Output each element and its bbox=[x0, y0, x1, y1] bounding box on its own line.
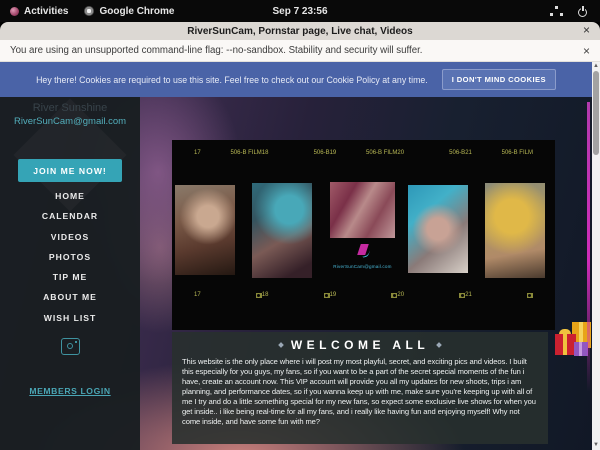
gift-boxes-graphic bbox=[552, 322, 592, 367]
clip-number: 19 bbox=[330, 292, 337, 298]
infobar-close-icon[interactable]: × bbox=[583, 44, 590, 58]
camera-icon bbox=[256, 293, 262, 298]
brand-logo-icon bbox=[355, 244, 371, 258]
scroll-down-icon[interactable]: ▼ bbox=[592, 441, 600, 450]
carousel-bottom-labels: 17 18 19 20 21 bbox=[172, 292, 555, 298]
screen: Activities Google Chrome Sep 7 23:56 Riv… bbox=[0, 0, 600, 450]
flag-warning-infobar: You are using an unsupported command-lin… bbox=[0, 40, 600, 62]
scrollbar-thumb[interactable] bbox=[593, 71, 599, 155]
clip-number: 18 bbox=[262, 150, 269, 156]
clip-number: 20 bbox=[397, 150, 404, 156]
brand-logo-text: RiverSunCam@gmail.com bbox=[330, 264, 395, 269]
window-titlebar: RiverSunCam, Pornstar page, Live chat, V… bbox=[0, 22, 600, 40]
sidebar-item-home[interactable]: HOME bbox=[0, 186, 140, 206]
window-close-icon[interactable]: × bbox=[583, 23, 590, 37]
clip-number: 17 bbox=[194, 150, 201, 156]
clip-number: 20 bbox=[397, 292, 404, 298]
infobar-message: You are using an unsupported command-lin… bbox=[10, 45, 423, 56]
carousel-watermark-logo: RiverSunCam@gmail.com bbox=[330, 244, 395, 269]
video-thumbnail[interactable] bbox=[485, 183, 545, 278]
clock[interactable]: Sep 7 23:56 bbox=[0, 6, 600, 17]
sidebar-item-tip-me[interactable]: TIP ME bbox=[0, 267, 140, 287]
sidebar: River Sunshine RiverSunCam@gmail.com JOI… bbox=[0, 97, 140, 450]
video-carousel: 17506-B FILM 18506-B 19506-B FILM 20506-… bbox=[172, 140, 555, 330]
video-thumbnail[interactable] bbox=[175, 185, 235, 275]
page-edge-accent-line bbox=[587, 102, 590, 392]
clip-number: 21 bbox=[465, 150, 472, 156]
site-name: River Sunshine bbox=[0, 102, 140, 114]
camera-social-icon[interactable] bbox=[61, 338, 80, 355]
sidebar-item-wish-list[interactable]: WISH LIST bbox=[0, 308, 140, 328]
clip-label: 506-B bbox=[314, 150, 330, 156]
welcome-paragraph: This website is the only place where i w… bbox=[182, 357, 538, 427]
camera-icon bbox=[391, 293, 397, 298]
page-background: River Sunshine RiverSunCam@gmail.com JOI… bbox=[0, 97, 592, 450]
camera-icon bbox=[459, 293, 465, 298]
network-icon[interactable] bbox=[550, 6, 563, 16]
power-icon[interactable] bbox=[577, 6, 588, 17]
video-thumbnail[interactable] bbox=[252, 183, 312, 278]
sidebar-item-calendar[interactable]: CALENDAR bbox=[0, 206, 140, 226]
clip-number: 17 bbox=[194, 292, 201, 298]
clip-number: 19 bbox=[330, 150, 337, 156]
sidebar-nav: HOME CALENDAR VIDEOS PHOTOS TIP ME ABOUT… bbox=[0, 186, 140, 328]
camera-icon bbox=[324, 293, 330, 298]
sidebar-item-photos[interactable]: PHOTOS bbox=[0, 247, 140, 267]
welcome-panel: WELCOME ALL This website is the only pla… bbox=[172, 332, 548, 444]
contact-email-link[interactable]: RiverSunCam@gmail.com bbox=[0, 116, 140, 127]
system-top-bar: Activities Google Chrome Sep 7 23:56 bbox=[0, 0, 600, 22]
video-thumbnail[interactable] bbox=[408, 185, 468, 273]
gift-red-icon bbox=[555, 334, 576, 355]
sidebar-item-about-me[interactable]: ABOUT ME bbox=[0, 287, 140, 307]
cookie-notice-bar: Hey there! Cookies are required to use t… bbox=[0, 62, 592, 97]
diamond-bullet-icon bbox=[436, 342, 442, 348]
gift-purple-icon bbox=[574, 342, 588, 356]
scrollbar[interactable]: ▲ ▼ bbox=[592, 62, 600, 450]
clip-label: 506-B FILM bbox=[502, 150, 533, 156]
clip-number: 21 bbox=[465, 292, 472, 298]
scroll-up-icon[interactable]: ▲ bbox=[592, 62, 600, 71]
clip-number: 18 bbox=[262, 292, 269, 298]
carousel-top-labels: 17506-B FILM 18506-B 19506-B FILM 20506-… bbox=[172, 150, 555, 156]
page-title: RiverSunCam, Pornstar page, Live chat, V… bbox=[187, 26, 412, 37]
clip-label: 506-B bbox=[449, 150, 465, 156]
cookie-accept-button[interactable]: I DON'T MIND COOKIES bbox=[442, 69, 556, 90]
camera-icon bbox=[527, 293, 533, 298]
clip-label: 506-B FILM bbox=[230, 150, 261, 156]
members-login-link[interactable]: MEMBERS LOGIN bbox=[0, 386, 140, 396]
join-me-now-button[interactable]: JOIN ME NOW! bbox=[18, 159, 122, 182]
clip-label: 506-B FILM bbox=[366, 150, 397, 156]
diamond-bullet-icon bbox=[278, 342, 284, 348]
video-thumbnail[interactable] bbox=[330, 182, 395, 238]
welcome-heading: WELCOME ALL bbox=[291, 338, 429, 352]
sidebar-item-videos[interactable]: VIDEOS bbox=[0, 227, 140, 247]
cookie-message: Hey there! Cookies are required to use t… bbox=[36, 75, 428, 85]
